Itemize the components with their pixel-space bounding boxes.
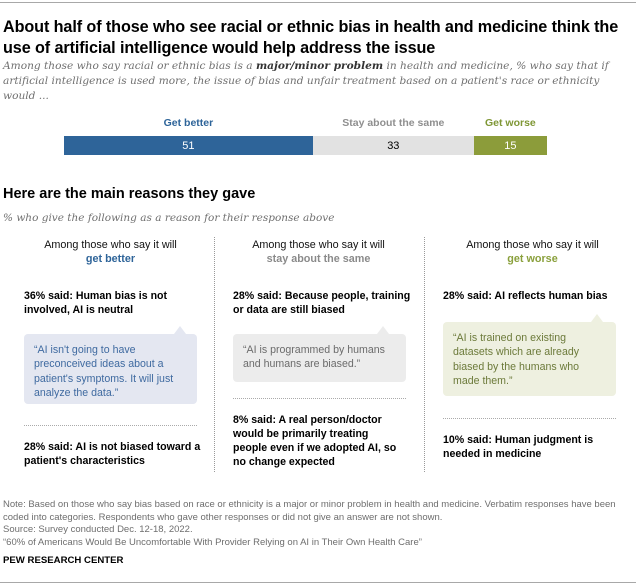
quote-text: “AI is programmed by humans and humans a…: [243, 344, 385, 371]
callout-tail: [591, 314, 603, 322]
bar-value-label: 51: [182, 139, 195, 152]
chart-subtitle: Among those who say racial or ethnic bia…: [3, 59, 628, 104]
bar-category-label: Get better: [163, 117, 214, 129]
quote-text: “AI isn't going to have preconceived ide…: [34, 344, 174, 399]
reason-2: 8% said: A real person/doctor would be p…: [233, 414, 397, 468]
column-divider: [424, 237, 425, 472]
column-header: Among those who say it will stay about t…: [216, 238, 421, 266]
column-stay-same: Among those who say it will stay about t…: [216, 238, 421, 266]
column-header-emphasis: get better: [85, 253, 136, 265]
bar-segment-get-worse: 15: [473, 136, 547, 155]
report-title: “60% of Americans Would Be Uncomfortable…: [3, 536, 422, 548]
column-header-text: Among those who say it will: [252, 239, 385, 251]
quote-callout: “AI is trained on existing datasets whic…: [443, 314, 616, 396]
callout-tail: [377, 326, 389, 334]
column-header-emphasis: stay about the same: [266, 253, 371, 265]
quote-callout: “AI isn't going to have preconceived ide…: [24, 326, 197, 404]
column-header: Among those who say it will get worse: [430, 238, 635, 266]
column-get-worse: Among those who say it will get worse: [430, 238, 635, 266]
subtitle-before: Among those who say racial or ethnic bia…: [3, 60, 256, 72]
bar-value-label: 33: [387, 139, 400, 152]
top-rule: [0, 2, 636, 3]
reason-1: 28% said: AI reflects human bias: [443, 290, 608, 302]
column-divider: [214, 237, 215, 472]
bottom-rule: [0, 582, 636, 583]
chart-title: About half of those who see racial or et…: [3, 18, 619, 57]
reason-divider: [24, 425, 197, 426]
column-get-better: Among those who say it will get better: [8, 238, 213, 266]
reason-1: 36% said: Human bias is not involved, AI…: [24, 290, 168, 316]
source-text: Source: Survey conducted Dec. 12-18, 202…: [3, 524, 193, 535]
footnote: Note: Based on those who say bias based …: [3, 499, 635, 549]
brand-logo: PEW RESEARCH CENTER: [3, 555, 124, 566]
column-header-text: Among those who say it will: [466, 239, 599, 251]
reason-1: 28% said: Because people, training or da…: [233, 290, 411, 316]
reason-2: 28% said: AI is not biased toward a pati…: [24, 441, 201, 467]
section-subheading: % who give the following as a reason for…: [3, 212, 335, 224]
callout-tail: [174, 326, 186, 334]
quote-text: “AI is trained on existing datasets whic…: [453, 332, 580, 387]
subtitle-bold: major/minor problem: [255, 60, 384, 72]
reason-divider: [233, 398, 406, 399]
column-header-text: Among those who say it will: [44, 239, 177, 251]
bar-category-label: Get worse: [485, 117, 536, 129]
reason-divider: [443, 418, 616, 419]
stacked-bar: 51 33 15: [64, 136, 547, 155]
note-text: Note: Based on those who say bias based …: [3, 499, 616, 523]
bar-category-label: Stay about the same: [342, 117, 445, 129]
quote-callout: “AI is programmed by humans and humans a…: [233, 326, 406, 382]
bar-segment-get-better: 51: [64, 136, 313, 155]
bar-value-label: 15: [504, 139, 517, 152]
reason-2: 10% said: Human judgment is needed in me…: [443, 434, 594, 460]
column-header: Among those who say it will get better: [8, 238, 213, 266]
column-header-emphasis: get worse: [507, 253, 558, 265]
bar-segment-stay-about-the-same: 33: [312, 136, 474, 155]
section-heading: Here are the main reasons they gave: [3, 186, 256, 202]
